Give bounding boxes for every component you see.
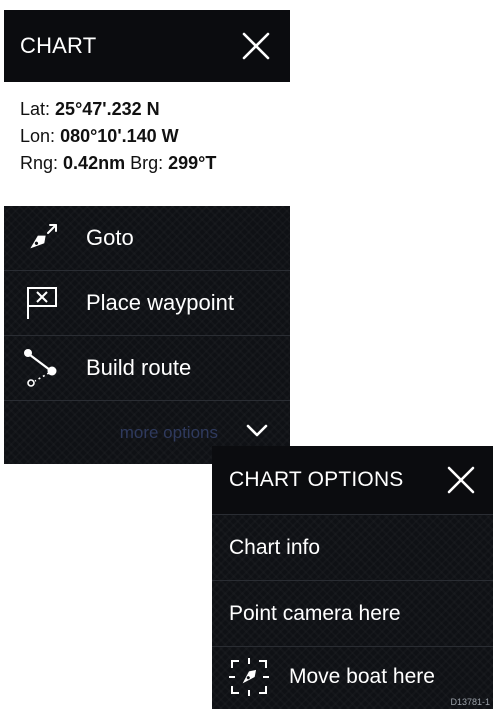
longitude-label: Lon: [20,126,56,146]
waypoint-flag-icon [22,283,74,323]
longitude-line: Lon: 080°10'.140 W [20,123,274,150]
chart-options-menu: CHART OPTIONS Chart info Point camera he… [212,446,493,709]
chart-menu-header: CHART [4,10,290,82]
close-icon[interactable] [443,462,479,498]
latitude-label: Lat: [20,99,51,119]
chart-context-menu: CHART Lat: 25°47'.232 N Lon: 080°10'.140… [4,10,290,464]
chart-options-header: CHART OPTIONS [212,446,493,515]
figure-reference-code: D13781-1 [450,697,490,707]
latitude-value: 25°47'.232 N [55,99,160,119]
close-icon[interactable] [238,28,274,64]
range-label: Rng: [20,153,59,173]
cursor-position-info: Lat: 25°47'.232 N Lon: 080°10'.140 W Rng… [4,82,290,206]
point-camera-here-menu-item[interactable]: Point camera here [212,581,493,647]
goto-label: Goto [86,225,134,250]
move-boat-icon [229,658,269,696]
chart-info-label: Chart info [229,535,321,559]
chart-info-menu-item[interactable]: Chart info [212,515,493,581]
longitude-value: 080°10'.140 W [60,126,179,146]
goto-boat-arrow-icon [22,218,74,258]
point-camera-here-label: Point camera here [229,601,401,625]
goto-menu-item[interactable]: Goto [4,206,290,271]
range-bearing-line: Rng: 0.42nm Brg: 299°T [20,150,274,177]
range-value: 0.42nm [63,153,126,173]
build-route-menu-item[interactable]: Build route [4,336,290,401]
move-boat-here-label: Move boat here [289,665,435,688]
chart-options-title: CHART OPTIONS [229,468,404,491]
place-waypoint-menu-item[interactable]: Place waypoint [4,271,290,336]
place-waypoint-label: Place waypoint [86,290,234,315]
more-options-label: more options [119,423,218,442]
latitude-line: Lat: 25°47'.232 N [20,96,274,123]
route-icon [22,348,74,388]
bearing-label: Brg: [130,153,164,173]
chart-menu-title: CHART [20,33,97,58]
build-route-label: Build route [86,355,192,380]
chevron-down-icon [246,424,268,443]
bearing-value: 299°T [168,153,217,173]
